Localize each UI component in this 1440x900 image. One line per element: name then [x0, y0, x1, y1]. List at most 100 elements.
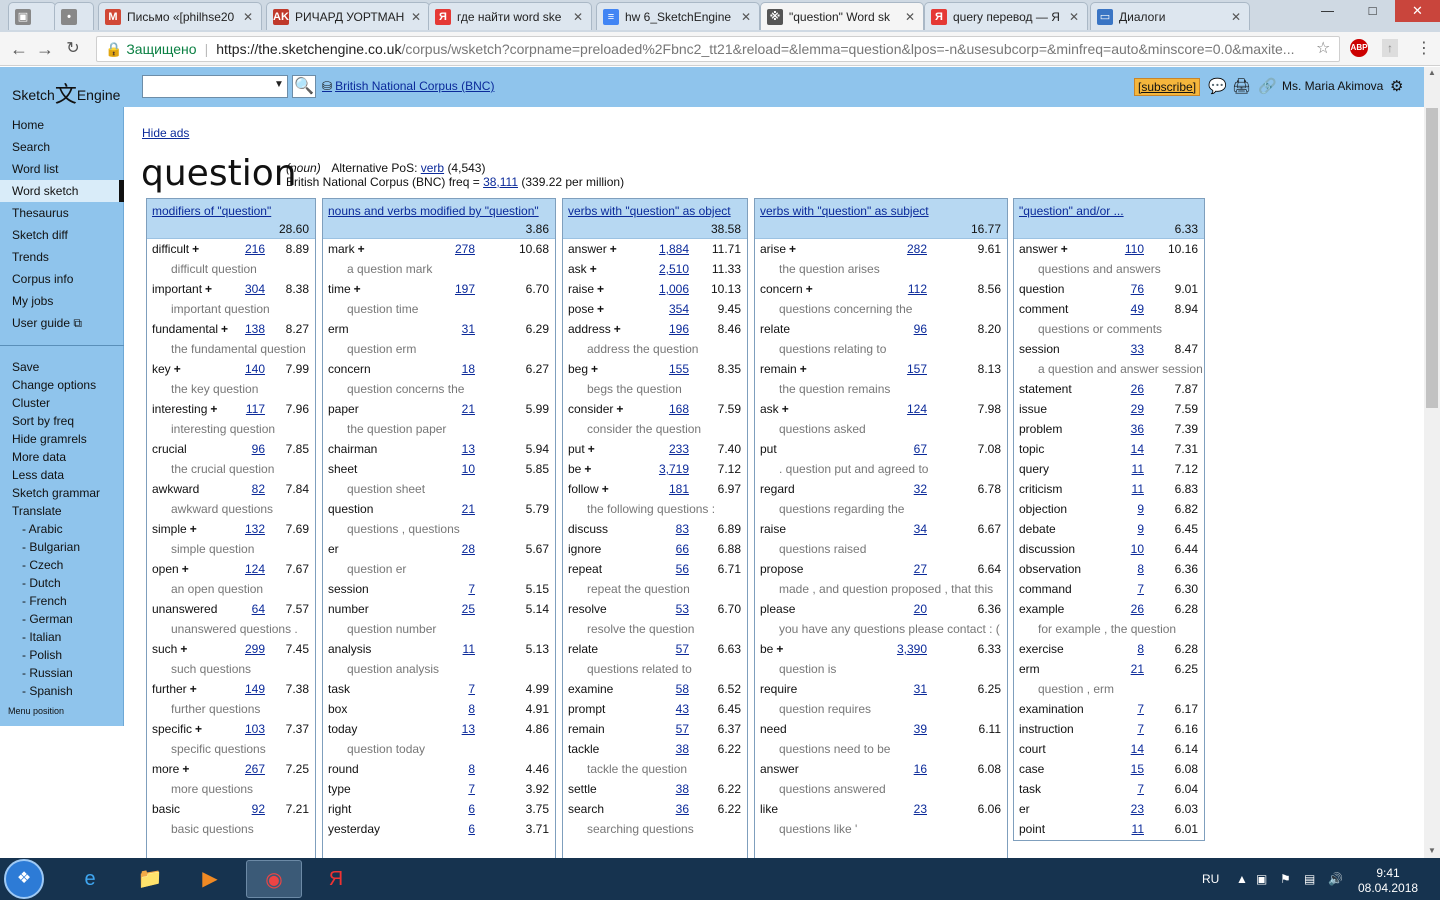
sidebar-item-corpus-info[interactable]: Corpus info [0, 268, 124, 290]
subscribe-link[interactable]: [subscribe] [1134, 78, 1201, 96]
frequency-link[interactable]: 21 [1131, 659, 1144, 679]
url-field[interactable]: 🔒 Защищено | https://the.sketchengine.co.u… [96, 36, 1340, 62]
collocate-word[interactable]: key + [152, 359, 181, 379]
collocate-word[interactable]: answer + [568, 239, 617, 259]
gramrel-title-link[interactable]: verbs with "question" as subject [760, 204, 929, 218]
frequency-link[interactable]: 157 [907, 359, 927, 379]
example-phrase[interactable]: questions raised [755, 539, 1007, 559]
collocate-word[interactable]: regard [760, 479, 795, 499]
tray-expand-icon[interactable]: ▲ [1236, 872, 1248, 886]
collocate-word[interactable]: case [1019, 759, 1044, 779]
collocate-word[interactable]: exercise [1019, 639, 1064, 659]
frequency-link[interactable]: 299 [245, 639, 265, 659]
feedback-icon[interactable]: 💬 [1208, 77, 1227, 95]
translate-language-item[interactable]: - Czech [0, 556, 124, 574]
collocate-word[interactable]: crucial [152, 439, 187, 459]
expand-plus-icon[interactable]: + [174, 362, 181, 376]
frequency-link[interactable]: 26 [1131, 379, 1144, 399]
expand-plus-icon[interactable]: + [354, 282, 361, 296]
frequency-link[interactable]: 33 [1131, 339, 1144, 359]
tray-app-icon[interactable]: ▣ [1256, 872, 1267, 886]
collocate-word[interactable]: instruction [1019, 719, 1074, 739]
scroll-up-arrow-icon[interactable]: ▲ [1428, 68, 1436, 77]
example-phrase[interactable]: questions , questions [323, 519, 555, 539]
collocate-word[interactable]: point [1019, 819, 1045, 839]
internet-explorer-icon[interactable]: e [62, 860, 118, 898]
example-phrase[interactable]: you have any questions please contact : … [755, 619, 1007, 639]
example-phrase[interactable]: questions related to [563, 659, 747, 679]
sidebar-item-home[interactable]: Home [0, 114, 124, 136]
example-phrase[interactable]: question today [323, 739, 555, 759]
example-phrase[interactable]: difficult question [147, 259, 315, 279]
collocate-word[interactable]: interesting + [152, 399, 217, 419]
collocate-word[interactable]: discussion [1019, 539, 1075, 559]
frequency-link[interactable]: 197 [455, 279, 475, 299]
example-phrase[interactable]: the question arises [755, 259, 1007, 279]
frequency-link[interactable]: 25 [462, 599, 475, 619]
example-phrase[interactable]: further questions [147, 699, 315, 719]
frequency-link[interactable]: 31 [914, 679, 927, 699]
collocate-word[interactable]: basic [152, 799, 180, 819]
gramrel-title-link[interactable]: verbs with "question" as object [568, 204, 731, 218]
collocate-word[interactable]: topic [1019, 439, 1044, 459]
sidebar-item-sketch-diff[interactable]: Sketch diff [0, 224, 124, 246]
expand-plus-icon[interactable]: + [588, 442, 595, 456]
collocate-word[interactable]: answer + [1019, 239, 1068, 259]
close-window-button[interactable]: ✕ [1395, 0, 1440, 22]
sidebar-item-user-guide[interactable]: User guide ⧉ [0, 312, 124, 334]
hide-ads-link[interactable]: Hide ads [142, 126, 189, 140]
expand-plus-icon[interactable]: + [180, 642, 187, 656]
browser-tab[interactable]: • [54, 2, 94, 30]
frequency-link[interactable]: 28 [462, 539, 475, 559]
translate-language-item[interactable]: - Russian [0, 664, 124, 682]
sidebar-action-cluster[interactable]: Cluster [0, 394, 124, 412]
corpus-link[interactable]: ⛁ British National Corpus (BNC) [322, 79, 494, 93]
expand-plus-icon[interactable]: + [590, 262, 597, 276]
collocate-word[interactable]: repeat [568, 559, 602, 579]
collocate-word[interactable]: chairman [328, 439, 377, 459]
collocate-word[interactable]: important + [152, 279, 212, 299]
collocate-word[interactable]: ask + [568, 259, 597, 279]
collocate-word[interactable]: court [1019, 739, 1046, 759]
example-phrase[interactable]: questions answered [755, 779, 1007, 799]
example-phrase[interactable]: tackle the question [563, 759, 747, 779]
browser-tab[interactable]: ※ "question" Word sk ✕ [760, 2, 924, 30]
frequency-link[interactable]: 21 [462, 499, 475, 519]
frequency-link[interactable]: 6 [468, 799, 475, 819]
browser-tab[interactable]: Яquery перевод — Я ✕ [924, 2, 1088, 30]
frequency-link[interactable]: 138 [245, 319, 265, 339]
network-icon[interactable]: ▤ [1304, 872, 1315, 886]
frequency-link[interactable]: 8 [1137, 559, 1144, 579]
collocate-word[interactable]: pose + [568, 299, 604, 319]
frequency-link[interactable]: 196 [669, 319, 689, 339]
collocate-word[interactable]: box [328, 699, 347, 719]
collocate-word[interactable]: number [328, 599, 369, 619]
frequency-link[interactable]: 36 [676, 799, 689, 819]
sidebar-action-sketch-grammar[interactable]: Sketch grammar [0, 484, 124, 502]
tab-close-icon[interactable]: ✕ [409, 10, 423, 24]
collocate-word[interactable]: arise + [760, 239, 796, 259]
frequency-link[interactable]: 67 [914, 439, 927, 459]
collocate-word[interactable]: analysis [328, 639, 371, 659]
frequency-link[interactable]: 149 [245, 679, 265, 699]
example-phrase[interactable]: unanswered questions . [147, 619, 315, 639]
frequency-link[interactable]: 13 [462, 719, 475, 739]
frequency-link[interactable]: 11 [1132, 479, 1144, 499]
collocate-word[interactable]: sheet [328, 459, 357, 479]
frequency-link[interactable]: 9 [1137, 519, 1144, 539]
translate-language-item[interactable]: - Polish [0, 646, 124, 664]
collocate-word[interactable]: such + [152, 639, 187, 659]
example-phrase[interactable]: question number [323, 619, 555, 639]
example-phrase[interactable]: consider the question [563, 419, 747, 439]
example-phrase[interactable]: the key question [147, 379, 315, 399]
frequency-link[interactable]: 82 [252, 479, 265, 499]
collocate-word[interactable]: raise + [568, 279, 604, 299]
frequency-link[interactable]: 26 [1131, 599, 1144, 619]
frequency-link[interactable]: 216 [245, 239, 265, 259]
system-clock[interactable]: 9:41 08.04.2018 [1358, 866, 1418, 896]
frequency-link[interactable]: 96 [252, 439, 265, 459]
frequency-link[interactable]: 181 [669, 479, 689, 499]
browser-menu-icon[interactable]: ⋮ [1416, 38, 1432, 58]
collocate-word[interactable]: criticism [1019, 479, 1062, 499]
frequency-link[interactable]: 140 [245, 359, 265, 379]
